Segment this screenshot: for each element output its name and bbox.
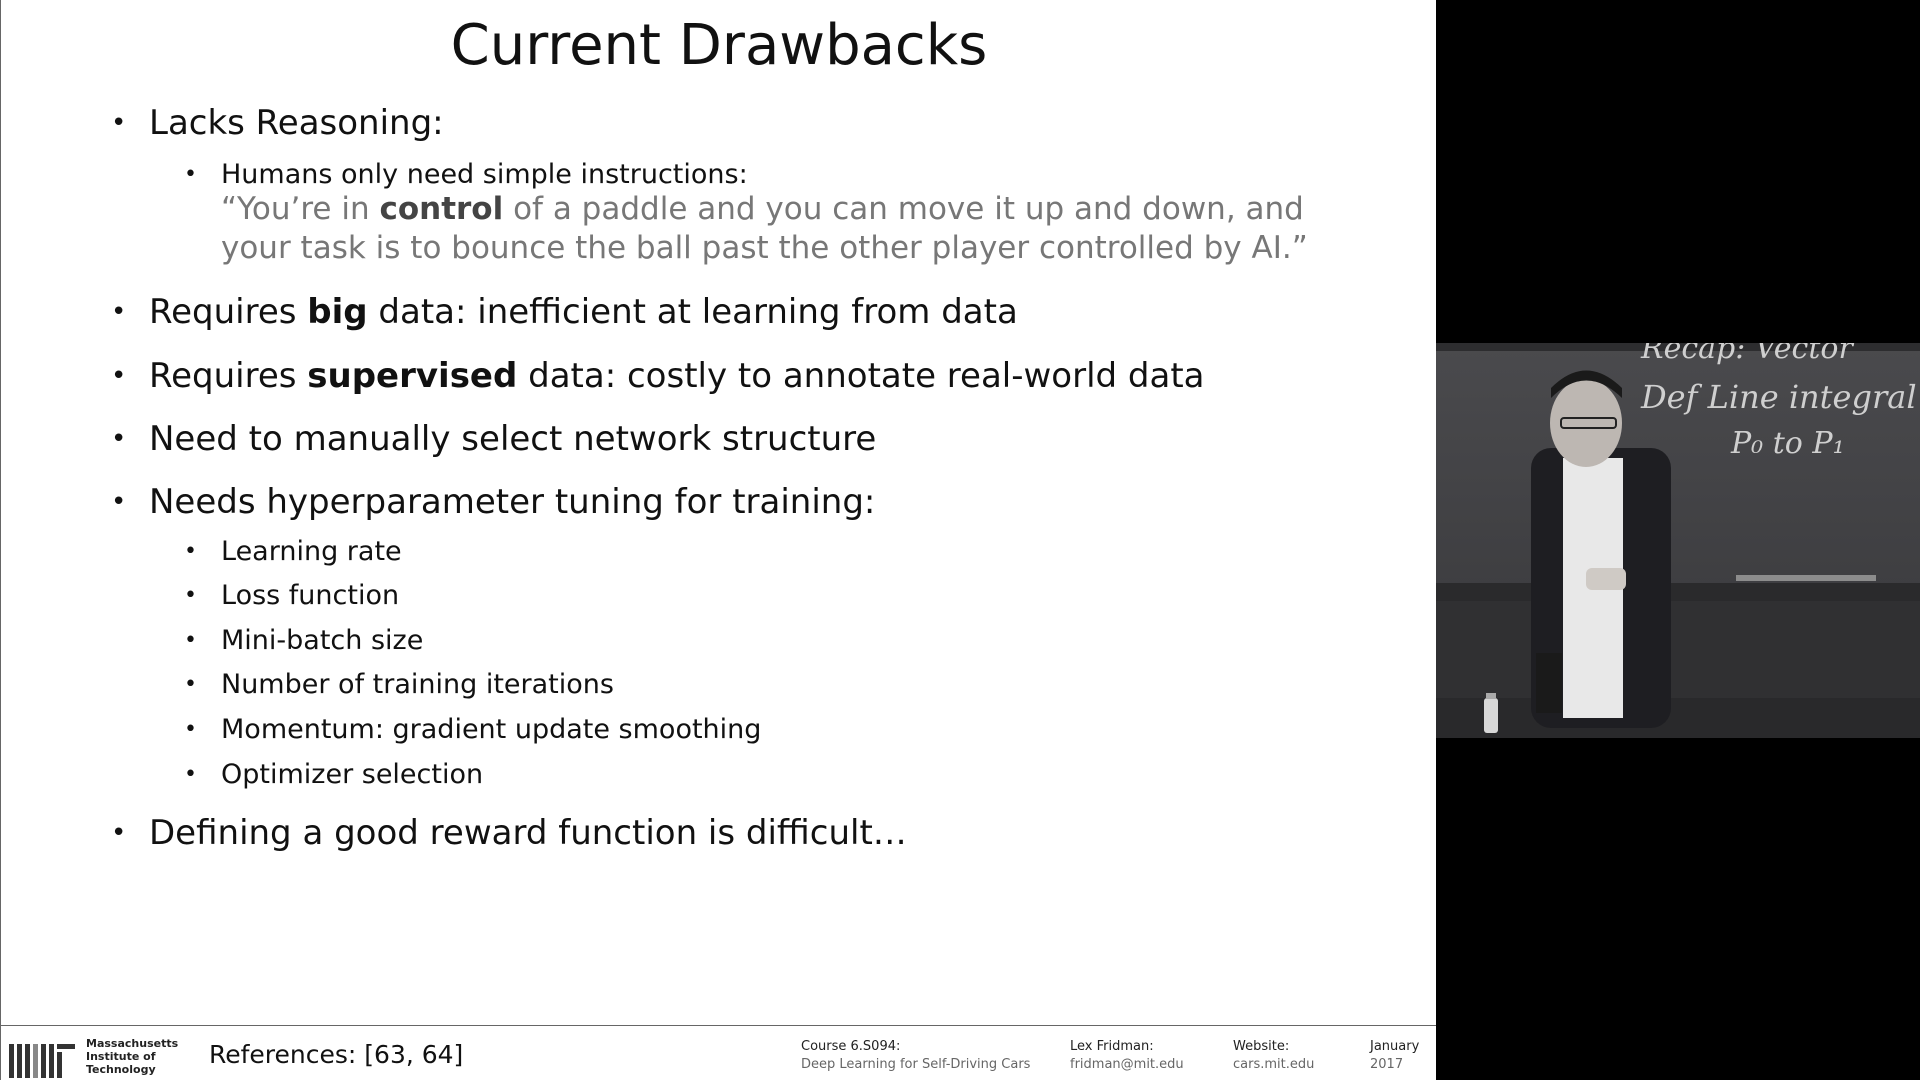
institution-name: Massachusetts Institute of Technology bbox=[86, 1037, 186, 1076]
sub-bullet-mini-batch-size: Mini-batch size bbox=[184, 623, 423, 659]
author-label: Lex Fridman: bbox=[1070, 1039, 1154, 1054]
author-email: fridman@mit.edu bbox=[1070, 1057, 1184, 1072]
sub-bullet-training-iterations: Number of training iterations bbox=[184, 667, 614, 703]
sub-bullet-optimizer-selection: Optimizer selection bbox=[184, 757, 483, 793]
bullet-bold-text: big bbox=[307, 292, 368, 332]
board-text-line: Def Line integral bbox=[1640, 378, 1917, 416]
board-text-line: Recap: Vector bbox=[1640, 343, 1854, 366]
sub-bullet-momentum: Momentum: gradient update smoothing bbox=[184, 712, 761, 748]
slide-title: Current Drawbacks bbox=[450, 13, 988, 78]
sub-bullet-learning-rate: Learning rate bbox=[184, 534, 402, 570]
bullet-text-rest: data: costly to annotate real-world data bbox=[517, 356, 1205, 396]
bullet-bold-text: supervised bbox=[307, 356, 518, 396]
lecture-scene: Recap: Vector Def Line integral P₀ to P₁ bbox=[1436, 343, 1920, 738]
date-month: January bbox=[1370, 1039, 1420, 1054]
sub-bullet-simple-instructions: Humans only need simple instructions: bbox=[184, 157, 748, 193]
course-info: Course 6.S094: Deep Learning for Self-Dr… bbox=[801, 1038, 1030, 1074]
water-bottle bbox=[1484, 698, 1498, 733]
bullet-text: Requires bbox=[149, 292, 308, 332]
chalk-tray bbox=[1436, 583, 1920, 601]
references: References: [63, 64] bbox=[209, 1040, 464, 1069]
slide-footer: Massachusetts Institute of Technology Re… bbox=[1, 1025, 1436, 1080]
website-info: Website: cars.mit.edu bbox=[1233, 1038, 1314, 1074]
website-label: Website: bbox=[1233, 1039, 1290, 1054]
institution-name-line: Technology bbox=[86, 1063, 156, 1076]
instruction-quote: “You’re in control of a paddle and you c… bbox=[221, 190, 1351, 268]
bullet-text-rest: data: inefficient at learning from data bbox=[367, 292, 1018, 332]
course-label: Course 6.S094: bbox=[801, 1039, 901, 1054]
institution-name-line: Massachusetts bbox=[86, 1037, 179, 1050]
institution-name-line: Institute of bbox=[86, 1050, 156, 1063]
bullet-lacks-reasoning: Lacks Reasoning: bbox=[111, 101, 444, 145]
date-info: January 2017 bbox=[1370, 1038, 1419, 1074]
sub-bullet-loss-function: Loss function bbox=[184, 578, 399, 614]
bullet-big-data: Requires big data: inefficient at learni… bbox=[111, 290, 1018, 334]
bullet-network-structure: Need to manually select network structur… bbox=[111, 417, 876, 461]
author-info: Lex Fridman: fridman@mit.edu bbox=[1070, 1038, 1184, 1074]
bullet-hyperparameter-tuning: Needs hyperparameter tuning for training… bbox=[111, 480, 875, 524]
quote-text: “You’re in bbox=[221, 191, 380, 227]
bullet-reward-function: Defining a good reward function is diffi… bbox=[111, 811, 907, 855]
bullet-text: Requires bbox=[149, 356, 308, 396]
quote-bold-text: control bbox=[379, 191, 504, 227]
bullet-supervised-data: Requires supervised data: costly to anno… bbox=[111, 354, 1205, 398]
mit-logo-icon bbox=[9, 1044, 75, 1078]
course-name: Deep Learning for Self-Driving Cars bbox=[801, 1057, 1031, 1072]
website-url: cars.mit.edu bbox=[1233, 1057, 1315, 1072]
board-text-line: P₀ to P₁ bbox=[1730, 426, 1845, 461]
date-year: 2017 bbox=[1370, 1057, 1404, 1072]
slide: Current Drawbacks Lacks Reasoning: Human… bbox=[0, 0, 1436, 1080]
lecture-video-frame[interactable]: Recap: Vector Def Line integral P₀ to P₁ bbox=[1436, 343, 1920, 738]
